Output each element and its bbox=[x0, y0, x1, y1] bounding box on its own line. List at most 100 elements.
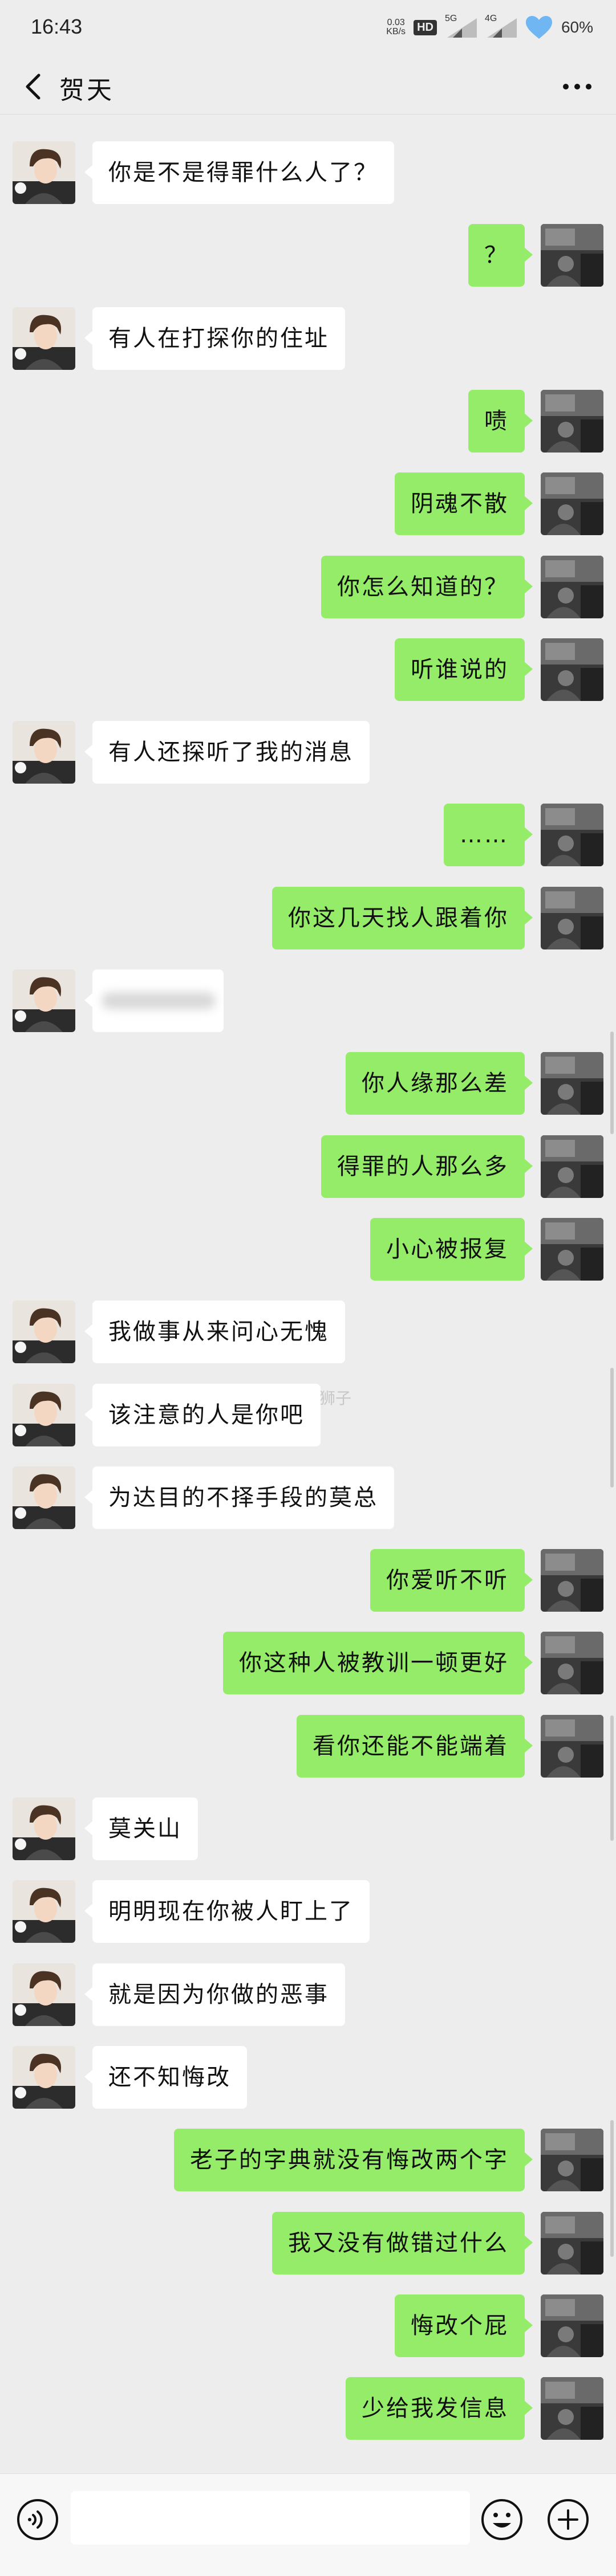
my-avatar[interactable] bbox=[541, 1632, 603, 1694]
message-text: …… bbox=[460, 822, 509, 848]
scrollbar[interactable] bbox=[610, 1368, 614, 1487]
scrollbar[interactable] bbox=[610, 2120, 614, 2257]
message-text: 小心被报复 bbox=[386, 1236, 509, 1262]
outgoing-message-bubble[interactable]: 得罪的人那么多 bbox=[321, 1135, 533, 1198]
incoming-message-bubble[interactable]: 我做事从来问心无愧 bbox=[84, 1301, 345, 1363]
contact-avatar[interactable] bbox=[13, 1880, 75, 1943]
my-avatar[interactable] bbox=[541, 2129, 603, 2191]
outgoing-message-bubble[interactable]: 阴魂不散 bbox=[395, 472, 533, 535]
plus-icon[interactable] bbox=[546, 2498, 590, 2541]
my-avatar[interactable] bbox=[541, 1135, 603, 1198]
message-text: 我又没有做错过什么 bbox=[288, 2230, 509, 2256]
input-bar bbox=[0, 2473, 616, 2576]
message-text: 悔改个屁 bbox=[411, 2313, 509, 2339]
incoming-message-bubble[interactable]: 你是不是得罪什么人了？ bbox=[84, 141, 394, 204]
contact-avatar[interactable] bbox=[13, 1798, 75, 1860]
message-text: 老子的字典就没有悔改两个字 bbox=[190, 2147, 509, 2173]
my-avatar[interactable] bbox=[541, 2377, 603, 2440]
signal-5g-label: 5G bbox=[444, 14, 457, 23]
my-avatar[interactable] bbox=[541, 2212, 603, 2275]
message-text: 就是因为你做的恶事 bbox=[108, 1982, 329, 2008]
incoming-message-bubble[interactable]: 明明现在你被人盯上了 bbox=[84, 1880, 370, 1943]
outgoing-message-bubble[interactable]: …… bbox=[444, 804, 533, 866]
message-text: 你这种人被教训一顿更好 bbox=[239, 1650, 509, 1676]
contact-avatar[interactable] bbox=[13, 141, 75, 204]
my-avatar[interactable] bbox=[541, 638, 603, 701]
outgoing-message-bubble[interactable]: 你人缘那么差 bbox=[346, 1052, 533, 1115]
message-text: 有人还探听了我的消息 bbox=[108, 739, 354, 765]
message-text: 为达目的不择手段的莫总 bbox=[108, 1485, 378, 1511]
outgoing-message-bubble[interactable]: 老子的字典就没有悔改两个字 bbox=[174, 2129, 533, 2191]
back-icon[interactable] bbox=[21, 72, 48, 101]
message-list[interactable]: @听说那个狮子 你是不是得罪什么人了？？有人在打探你的住址啧阴魂不散你怎么知道的… bbox=[0, 114, 616, 2473]
outgoing-message-bubble[interactable]: 啧 bbox=[468, 390, 533, 453]
incoming-message-bubble[interactable]: 就是因为你做的恶事 bbox=[84, 1963, 345, 2026]
incoming-message-bubble[interactable] bbox=[84, 969, 224, 1032]
my-avatar[interactable] bbox=[541, 1549, 603, 1612]
outgoing-message-bubble[interactable]: 你爱听不听 bbox=[370, 1549, 533, 1612]
contact-avatar[interactable] bbox=[13, 307, 75, 370]
outgoing-message-bubble[interactable]: 看你还能不能端着 bbox=[297, 1715, 533, 1778]
message-text: 你人缘那么差 bbox=[362, 1070, 509, 1097]
my-avatar[interactable] bbox=[541, 390, 603, 453]
outgoing-message-bubble[interactable]: 小心被报复 bbox=[370, 1218, 533, 1281]
my-avatar[interactable] bbox=[541, 556, 603, 618]
message-input[interactable] bbox=[71, 2491, 470, 2545]
incoming-message-bubble[interactable]: 还不知悔改 bbox=[84, 2046, 247, 2109]
my-avatar[interactable] bbox=[541, 472, 603, 535]
outgoing-message-bubble[interactable]: 悔改个屁 bbox=[395, 2294, 533, 2357]
my-avatar[interactable] bbox=[541, 224, 603, 287]
message-text: 啧 bbox=[484, 408, 509, 434]
my-avatar[interactable] bbox=[541, 2294, 603, 2357]
contact-avatar[interactable] bbox=[13, 2046, 75, 2109]
contact-avatar[interactable] bbox=[13, 721, 75, 784]
my-avatar[interactable] bbox=[541, 887, 603, 949]
outgoing-message-bubble[interactable]: 少给我发信息 bbox=[346, 2377, 533, 2440]
incoming-message-bubble[interactable]: 为达目的不择手段的莫总 bbox=[84, 1466, 394, 1529]
contact-avatar[interactable] bbox=[13, 1384, 75, 1446]
battery-level: 60% bbox=[561, 18, 593, 36]
status-icons: 0.03 KB/s HD 5G 4G 60% bbox=[386, 13, 593, 42]
status-time: 16:43 bbox=[31, 15, 83, 38]
status-bar: 16:43 0.03 KB/s HD 5G 4G 60% bbox=[0, 0, 616, 59]
my-avatar[interactable] bbox=[541, 1218, 603, 1281]
contact-avatar[interactable] bbox=[13, 1301, 75, 1363]
message-text: 你爱听不听 bbox=[386, 1567, 509, 1593]
incoming-message-bubble[interactable]: 莫关山 bbox=[84, 1798, 198, 1860]
incoming-message-bubble[interactable]: 有人在打探你的住址 bbox=[84, 307, 345, 370]
signal-5g-icon: 5G bbox=[444, 14, 477, 38]
blurred-content bbox=[102, 992, 216, 1009]
network-speed: 0.03 KB/s bbox=[386, 18, 406, 36]
outgoing-message-bubble[interactable]: 你这几天找人跟着你 bbox=[272, 887, 533, 949]
my-avatar[interactable] bbox=[541, 1052, 603, 1115]
message-text: 还不知悔改 bbox=[108, 2064, 231, 2090]
outgoing-message-bubble[interactable]: 听谁说的 bbox=[395, 638, 533, 701]
outgoing-message-bubble[interactable]: ？ bbox=[468, 224, 533, 287]
incoming-message-bubble[interactable]: 有人还探听了我的消息 bbox=[84, 721, 370, 784]
hd-badge: HD bbox=[414, 19, 437, 35]
incoming-message-bubble[interactable]: 该注意的人是你吧 bbox=[84, 1384, 321, 1446]
message-text: 你怎么知道的？ bbox=[337, 574, 509, 600]
voice-icon[interactable] bbox=[16, 2498, 59, 2541]
outgoing-message-bubble[interactable]: 你这种人被教训一顿更好 bbox=[223, 1632, 533, 1694]
more-options-icon[interactable] bbox=[559, 73, 595, 100]
message-text: 你这几天找人跟着你 bbox=[288, 905, 509, 931]
message-text: 我做事从来问心无愧 bbox=[108, 1319, 329, 1345]
contact-avatar[interactable] bbox=[13, 1963, 75, 2026]
my-avatar[interactable] bbox=[541, 804, 603, 866]
scrollbar[interactable] bbox=[610, 1715, 614, 1841]
contact-avatar[interactable] bbox=[13, 969, 75, 1032]
contact-avatar[interactable] bbox=[13, 1466, 75, 1529]
my-avatar[interactable] bbox=[541, 1715, 603, 1778]
message-text: ？ bbox=[484, 242, 509, 268]
heart-icon bbox=[525, 16, 552, 39]
message-text: 有人在打探你的住址 bbox=[108, 325, 329, 352]
outgoing-message-bubble[interactable]: 我又没有做错过什么 bbox=[272, 2212, 533, 2275]
message-text: 少给我发信息 bbox=[362, 2395, 509, 2422]
chat-header: 贺天 bbox=[0, 59, 616, 115]
emoji-icon[interactable] bbox=[480, 2498, 524, 2541]
network-speed-value: 0.03 bbox=[387, 18, 405, 27]
scrollbar[interactable] bbox=[610, 1032, 614, 1134]
outgoing-message-bubble[interactable]: 你怎么知道的？ bbox=[321, 556, 533, 618]
message-text: 听谁说的 bbox=[411, 657, 509, 683]
